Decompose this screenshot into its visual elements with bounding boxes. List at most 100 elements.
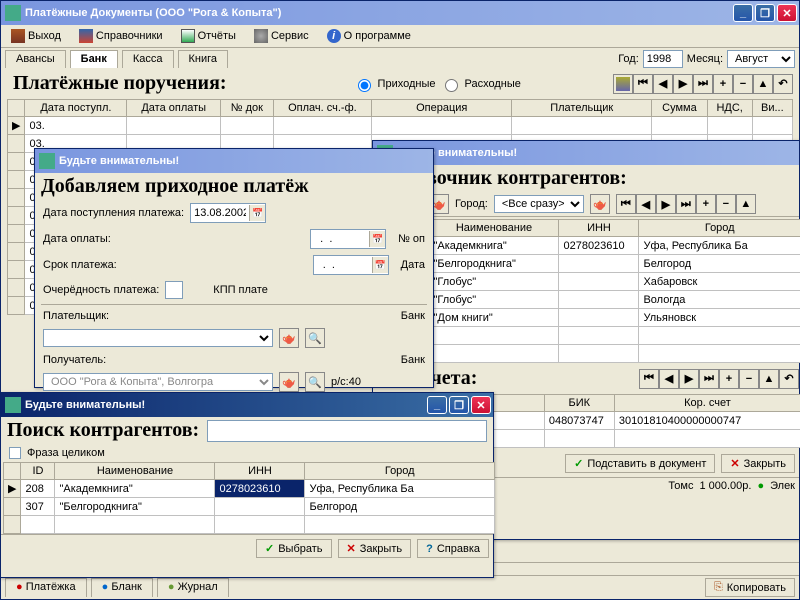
col-no[interactable]: № док [221, 100, 273, 117]
search-window: Будьте внимательны! _ ❐ ✕ Поиск контраге… [0, 392, 494, 578]
table-row: ▶208"Академкнига"0278023610Уфа, Республи… [376, 237, 800, 255]
insert-button[interactable]: ✓Подставить в документ [565, 454, 715, 473]
tab-cash[interactable]: Касса [122, 50, 174, 68]
search-input[interactable] [207, 420, 487, 442]
ref-heading: Справочник контрагентов: [373, 165, 799, 192]
gear-icon [254, 29, 268, 43]
kettle-icon[interactable]: 🫖 [279, 328, 299, 348]
nav-first[interactable]: ⏮ [616, 194, 636, 214]
col-sum[interactable]: Сумма [652, 100, 707, 117]
tab-book[interactable]: Книга [178, 50, 229, 68]
search-heading: Поиск контрагентов: [7, 419, 199, 442]
date-in-input[interactable] [191, 206, 249, 220]
month-select[interactable]: Август [727, 50, 795, 68]
ref-toolbar: 📄 📋 🫖 Город: <Все сразу> 🫖 ⏮ ◀ ▶ ⏭ + − ▲ [373, 192, 799, 217]
calendar-icon[interactable]: 📅 [372, 257, 388, 273]
nav-prev[interactable]: ◀ [653, 74, 673, 94]
maximize-button[interactable]: ❐ [449, 396, 469, 414]
order-input[interactable] [165, 281, 183, 299]
kettle-icon-2[interactable]: 🫖 [590, 194, 610, 214]
col-payer[interactable]: Плательщик [512, 100, 652, 117]
table-row [376, 345, 800, 363]
nav-undo[interactable]: ↶ [773, 74, 793, 94]
main-title: Платёжные Документы (ООО "Рога & Копыта"… [25, 7, 733, 19]
close-button[interactable]: ✕ [777, 4, 797, 22]
add-title: Будьте внимательны! [59, 155, 431, 167]
table-row: 440"Глобус"Хабаровск [376, 273, 800, 291]
nav-del[interactable]: − [716, 194, 736, 214]
ref-nav: ⏮ ◀ ▶ ⏭ + − ▲ [616, 194, 756, 214]
nav-prev[interactable]: ◀ [636, 194, 656, 214]
main-nav-buttons: ⏮ ◀ ▶ ⏭ + − ▲ ↶ [613, 74, 793, 94]
btab-blank[interactable]: ● Бланк [91, 578, 153, 597]
search-close-button[interactable]: ✕Закрыть [338, 539, 412, 558]
nav-edit[interactable]: ▲ [753, 74, 773, 94]
books-icon [79, 29, 93, 43]
nav-last[interactable]: ⏭ [676, 194, 696, 214]
table-row: 307"Белгородкнига"Белгород [4, 498, 495, 516]
lookup-icon[interactable]: 🔍 [305, 328, 325, 348]
filter-icon[interactable] [613, 74, 633, 94]
add-heading: Добавляем приходное платёж [35, 173, 433, 200]
table-row [376, 327, 800, 345]
month-label: Месяц: [687, 53, 723, 65]
col-more[interactable]: Ви... [752, 100, 792, 117]
nav-first[interactable]: ⏮ [633, 74, 653, 94]
ref-grid: IDНаименованиеИННГород ▶208"Академкнига"… [375, 219, 800, 363]
menu-exit[interactable]: Выход [5, 27, 67, 45]
calendar-icon[interactable]: 📅 [369, 231, 385, 247]
tab-advances[interactable]: Авансы [5, 50, 66, 68]
main-tabs: Авансы Банк Касса Книга Год: Месяц: Авгу… [1, 48, 799, 70]
col-op[interactable]: Операция [372, 100, 512, 117]
nav-del[interactable]: − [733, 74, 753, 94]
nav-next[interactable]: ▶ [673, 74, 693, 94]
due-input[interactable] [314, 258, 372, 272]
select-button[interactable]: ✓Выбрать [256, 539, 332, 558]
col-date-pay[interactable]: Дата оплаты [127, 100, 221, 117]
minimize-button[interactable]: _ [427, 396, 447, 414]
menu-reports[interactable]: Отчёты [175, 27, 242, 45]
nav-edit[interactable]: ▲ [736, 194, 756, 214]
whole-phrase-checkbox[interactable] [9, 447, 21, 459]
search-grid: IDНаименованиеИННГород ▶208"Академкнига"… [3, 462, 495, 534]
year-input[interactable] [643, 50, 683, 68]
payer-select[interactable] [43, 329, 273, 347]
help-button[interactable]: ?Справка [417, 539, 489, 558]
btab-payment[interactable]: ● Платёжка [5, 578, 87, 597]
app-icon [5, 5, 21, 21]
nav-next[interactable]: ▶ [656, 194, 676, 214]
nav-add[interactable]: + [696, 194, 716, 214]
copy-button[interactable]: ⎘Копировать [705, 578, 795, 597]
main-titlebar: Платёжные Документы (ООО "Рога & Копыта"… [1, 1, 799, 25]
nav-last[interactable]: ⏭ [693, 74, 713, 94]
report-icon [181, 29, 195, 43]
menu-refs[interactable]: Справочники [73, 27, 169, 45]
minimize-button[interactable]: _ [733, 4, 753, 22]
year-label: Год: [618, 53, 639, 65]
table-row: ▶03. [8, 117, 793, 135]
col-date-in[interactable]: Дата поступл. [25, 100, 127, 117]
city-label: Город: [455, 198, 488, 210]
btab-journal[interactable]: ● Журнал [157, 578, 229, 597]
payee-select[interactable]: ООО "Рога & Копыта", Волгогра [43, 373, 273, 391]
date-pay-input[interactable] [311, 232, 369, 246]
maximize-button[interactable]: ❐ [755, 4, 775, 22]
menu-about[interactable]: iО программе [321, 27, 417, 45]
ref-titlebar: Будьте внимательны! [373, 141, 799, 165]
add-window: Будьте внимательны! Добавляем приходное … [34, 148, 434, 388]
col-paid-inv[interactable]: Оплач. сч.-ф. [273, 100, 372, 117]
ref-close-button[interactable]: ✕Закрыть [721, 454, 795, 473]
tab-bank[interactable]: Банк [70, 50, 118, 68]
calendar-icon[interactable]: 📅 [249, 205, 265, 221]
close-button[interactable]: ✕ [471, 396, 491, 414]
nav-add[interactable]: + [713, 74, 733, 94]
search-title: Будьте внимательны! [25, 399, 427, 411]
city-select[interactable]: <Все сразу> [494, 195, 584, 213]
radio-incoming[interactable] [358, 79, 371, 92]
main-menubar: Выход Справочники Отчёты Сервис iО прогр… [1, 25, 799, 48]
door-icon [11, 29, 25, 43]
radio-outgoing[interactable] [445, 79, 458, 92]
page-heading: Платёжные поручения: [7, 70, 233, 97]
col-vat[interactable]: НДС, [707, 100, 752, 117]
menu-service[interactable]: Сервис [248, 27, 315, 45]
